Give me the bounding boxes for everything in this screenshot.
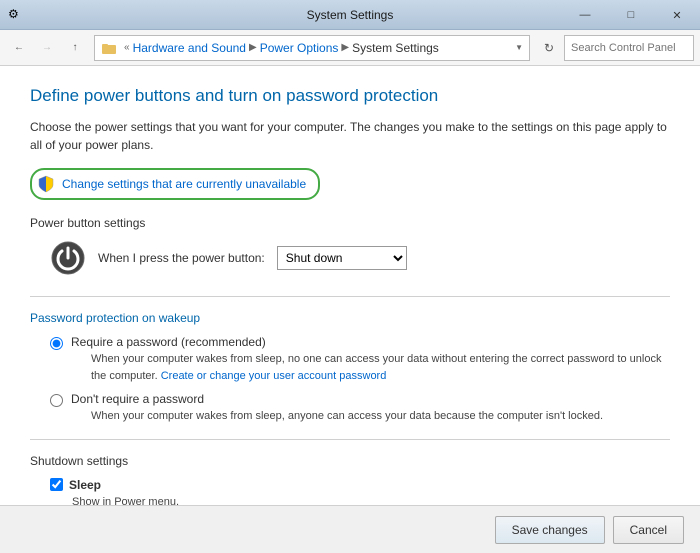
sleep-checkbox[interactable]	[50, 478, 63, 491]
up-button[interactable]: ↑	[62, 35, 88, 61]
change-settings-link[interactable]: Change settings that are currently unava…	[30, 168, 320, 200]
cancel-button[interactable]: Cancel	[613, 516, 684, 544]
uac-shield-icon	[36, 174, 56, 194]
minimize-button[interactable]: —	[562, 0, 608, 30]
breadcrumb-current: System Settings	[352, 41, 439, 55]
breadcrumb-link-power[interactable]: Power Options	[260, 41, 339, 55]
create-password-link[interactable]: Create or change your user account passw…	[161, 370, 387, 382]
no-password-label: Don't require a password	[71, 392, 603, 406]
search-input[interactable]	[571, 42, 700, 54]
password-section-label: Password protection on wakeup	[30, 311, 670, 325]
password-radio-group: Require a password (recommended) When yo…	[50, 335, 670, 425]
forward-button[interactable]: →	[34, 35, 60, 61]
change-settings-link-text[interactable]: Change settings that are currently unava…	[62, 177, 306, 191]
divider-2	[30, 439, 670, 440]
window-icon: ⚙	[8, 7, 24, 23]
window-title: System Settings	[307, 8, 394, 22]
sleep-label: Sleep	[69, 478, 101, 492]
power-button-section-label: Power button settings	[30, 216, 670, 230]
power-button-row: When I press the power button: Shut down…	[50, 240, 670, 276]
breadcrumb-sep-1: «	[124, 42, 130, 53]
require-password-radio[interactable]	[50, 337, 63, 350]
breadcrumb-bar: « Hardware and Sound ▶ Power Options ▶ S…	[94, 35, 530, 61]
maximize-button[interactable]: □	[608, 0, 654, 30]
no-password-description: When your computer wakes from sleep, any…	[91, 408, 603, 425]
power-button-icon	[50, 240, 86, 276]
back-button[interactable]: ←	[6, 35, 32, 61]
search-box: 🔍	[564, 35, 694, 61]
page-title: Define power buttons and turn on passwor…	[30, 86, 670, 106]
divider-1	[30, 296, 670, 297]
page-description: Choose the power settings that you want …	[30, 118, 670, 154]
sleep-sublabel: Show in Power menu.	[72, 496, 670, 506]
require-password-description: When your computer wakes from sleep, no …	[91, 351, 670, 384]
navigation-bar: ← → ↑ « Hardware and Sound ▶ Power Optio…	[0, 30, 700, 66]
shutdown-checkbox-group: Sleep Show in Power menu. Lock	[50, 478, 670, 506]
title-bar-controls: — □ ✕	[562, 0, 700, 30]
sleep-option: Sleep	[50, 478, 670, 492]
main-content: Define power buttons and turn on passwor…	[0, 66, 700, 505]
no-password-radio[interactable]	[50, 394, 63, 407]
require-password-option: Require a password (recommended) When yo…	[50, 335, 670, 384]
refresh-button[interactable]: ↻	[536, 35, 562, 61]
shutdown-section-label: Shutdown settings	[30, 454, 670, 468]
require-password-label: Require a password (recommended)	[71, 335, 670, 349]
folder-icon	[101, 40, 117, 56]
no-password-option: Don't require a password When your compu…	[50, 392, 670, 425]
breadcrumb-sep-2: ▶	[249, 42, 257, 53]
power-button-select[interactable]: Shut down Sleep Hibernate Turn off the d…	[277, 246, 407, 270]
breadcrumb-link-hardware[interactable]: Hardware and Sound	[133, 41, 246, 55]
footer: Save changes Cancel	[0, 505, 700, 553]
power-button-label: When I press the power button:	[98, 251, 265, 265]
close-button[interactable]: ✕	[654, 0, 700, 30]
title-bar: ⚙ System Settings — □ ✕	[0, 0, 700, 30]
breadcrumb-sep-3: ▶	[341, 42, 349, 53]
save-changes-button[interactable]: Save changes	[495, 516, 605, 544]
breadcrumb-dropdown-arrow[interactable]: ▼	[515, 43, 523, 52]
